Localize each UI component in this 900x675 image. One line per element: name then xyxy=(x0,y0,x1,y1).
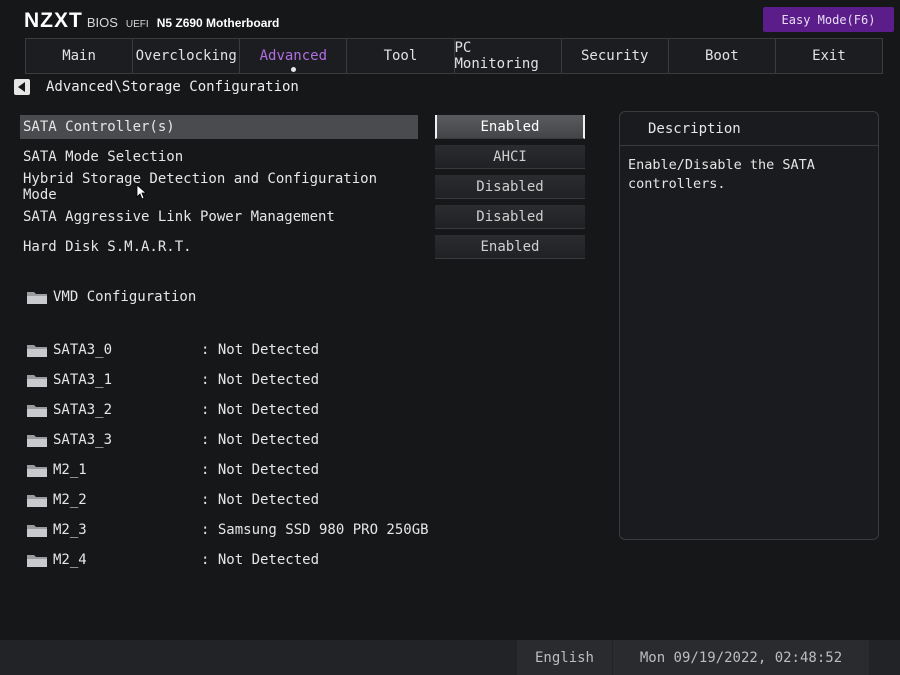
setting-label: Hybrid Storage Detection and Configurati… xyxy=(23,171,378,203)
setting-value-button[interactable]: Enabled xyxy=(435,235,585,259)
port-label: M2_2 xyxy=(53,492,87,508)
folder-icon xyxy=(27,292,47,304)
setting-value-button[interactable]: Disabled xyxy=(435,205,585,229)
tab-boot[interactable]: Boot xyxy=(667,38,775,74)
port-item[interactable]: M2_2 : Not Detected xyxy=(26,489,319,511)
port-status: : Not Detected xyxy=(201,462,320,478)
date-time: Mon 09/19/2022, 02:48:52 xyxy=(613,640,869,675)
port-label: SATA3_1 xyxy=(53,372,113,388)
description-text: Enable/Disable the SATA controllers. xyxy=(628,157,815,192)
port-status: : Samsung SSD 980 PRO 250GB xyxy=(201,522,429,538)
folder-icon xyxy=(27,375,47,387)
setting-value-button[interactable]: Enabled xyxy=(435,115,585,139)
port-label: SATA3_0 xyxy=(53,342,113,358)
uefi-label: UEFI xyxy=(125,19,149,30)
folder-icon xyxy=(27,405,47,417)
port-item[interactable]: M2_4 : Not Detected xyxy=(26,549,319,571)
port-status: : Not Detected xyxy=(201,372,320,388)
port-item[interactable]: M2_3 : Samsung SSD 980 PRO 250GB xyxy=(26,519,429,541)
triangle-left-icon xyxy=(18,82,25,92)
tab-pc-monitoring[interactable]: PC Monitoring xyxy=(453,38,561,74)
folder-icon xyxy=(27,345,47,357)
main-tabs: Main Overclocking Advanced Tool PC Monit… xyxy=(25,38,883,74)
setting-smart[interactable]: Hard Disk S.M.A.R.T. Enabled xyxy=(20,235,585,259)
port-status: : Not Detected xyxy=(201,402,320,418)
tab-main[interactable]: Main xyxy=(25,38,133,74)
setting-value-button[interactable]: AHCI xyxy=(435,145,585,169)
setting-link-power[interactable]: SATA Aggressive Link Power Management Di… xyxy=(20,205,585,229)
folder-icon xyxy=(27,435,47,447)
header: NZXT BIOS UEFI N5 Z690 Motherboard Easy … xyxy=(0,0,900,38)
vmd-label: VMD Configuration xyxy=(53,289,197,305)
easy-mode-button[interactable]: Easy Mode(F6) xyxy=(763,7,894,32)
port-item[interactable]: SATA3_3 : Not Detected xyxy=(26,429,319,451)
port-item[interactable]: SATA3_1 : Not Detected xyxy=(26,369,319,391)
tab-tool[interactable]: Tool xyxy=(346,38,454,74)
port-item[interactable]: M2_1 : Not Detected xyxy=(26,459,319,481)
port-label: SATA3_2 xyxy=(53,402,113,418)
folder-icon xyxy=(27,555,47,567)
setting-sata-controllers[interactable]: SATA Controller(s) Enabled xyxy=(20,115,585,139)
setting-value-button[interactable]: Disabled xyxy=(435,175,585,199)
port-item[interactable]: SATA3_2 : Not Detected xyxy=(26,399,319,421)
port-label: SATA3_3 xyxy=(53,432,113,448)
folder-icon xyxy=(27,495,47,507)
brand-name: NZXT xyxy=(24,9,83,32)
description-title: Description xyxy=(620,112,878,146)
nzxt-logo: NZXT BIOS UEFI N5 Z690 Motherboard xyxy=(24,9,279,33)
folder-icon xyxy=(27,465,47,477)
motherboard-model: N5 Z690 Motherboard xyxy=(156,16,280,30)
tab-overclocking[interactable]: Overclocking xyxy=(132,38,240,74)
port-label: M2_1 xyxy=(53,462,87,478)
tab-advanced[interactable]: Advanced xyxy=(239,38,347,74)
mouse-cursor-icon xyxy=(136,184,146,200)
port-status: : Not Detected xyxy=(201,432,320,448)
footer-bar: English Mon 09/19/2022, 02:48:52 xyxy=(0,640,900,675)
vmd-configuration-item[interactable]: VMD Configuration xyxy=(26,286,196,308)
setting-label: SATA Mode Selection xyxy=(23,149,184,165)
port-status: : Not Detected xyxy=(201,342,320,358)
language-selector[interactable]: English xyxy=(517,640,612,675)
description-panel: Description Enable/Disable the SATA cont… xyxy=(619,111,879,540)
port-status: : Not Detected xyxy=(201,492,320,508)
setting-label: SATA Controller(s) xyxy=(20,115,418,139)
port-label: M2_4 xyxy=(53,552,87,568)
setting-hybrid-storage[interactable]: Hybrid Storage Detection and Configurati… xyxy=(20,171,585,203)
port-item[interactable]: SATA3_0 : Not Detected xyxy=(26,339,319,361)
breadcrumb: Advanced\Storage Configuration xyxy=(14,79,299,95)
port-label: M2_3 xyxy=(53,522,87,538)
setting-label: Hard Disk S.M.A.R.T. xyxy=(23,239,192,255)
port-status: : Not Detected xyxy=(201,552,320,568)
bios-label: BIOS xyxy=(86,15,118,30)
setting-label: SATA Aggressive Link Power Management xyxy=(23,209,335,225)
tab-security[interactable]: Security xyxy=(560,38,668,74)
tab-exit[interactable]: Exit xyxy=(774,38,883,74)
setting-sata-mode[interactable]: SATA Mode Selection AHCI xyxy=(20,145,585,169)
back-button[interactable] xyxy=(14,79,30,95)
breadcrumb-path: Advanced\Storage Configuration xyxy=(46,79,299,95)
folder-icon xyxy=(27,525,47,537)
